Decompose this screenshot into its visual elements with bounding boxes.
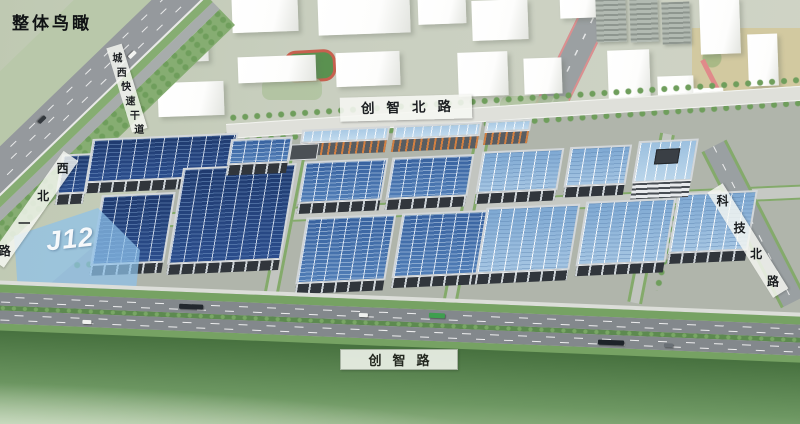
vehicle-car [359,313,368,317]
vehicle-truck [598,340,624,346]
context-building [457,51,509,97]
solar-roof [575,198,676,266]
solar-roof [385,154,474,200]
vehicle-car [664,343,673,347]
warehouse-building [574,198,676,277]
vehicle-truck [429,313,445,319]
context-building [335,51,400,87]
solar-roof [632,138,699,183]
road-label-chuangzhi-north: 创智北路 [340,94,473,121]
warehouse-building [225,136,293,175]
solar-roof [475,148,564,194]
residential-tower [661,2,690,45]
dormitory-building [482,119,532,145]
aerial-rendering: G1 [0,0,800,424]
context-building [699,0,741,55]
solar-roof [297,158,388,204]
warehouse-building [384,154,475,210]
context-building [418,0,467,25]
context-building [560,0,599,19]
dormitory-building [390,122,482,152]
solar-roof [167,163,297,265]
warehouse-building [562,144,632,197]
warehouse-building [294,214,397,295]
vehicle-car [82,320,91,324]
warehouse-building [474,204,581,285]
context-building [317,0,410,36]
rooftop-unit [654,148,681,164]
road-label-chuangzhi: 创智路 [340,349,458,370]
residential-tower [595,0,627,43]
page-title: 整体鸟瞰 [12,9,92,34]
office-building [629,138,699,199]
vehicle-car [128,50,137,59]
utility-shed [289,143,320,160]
parcel-label: J12 [45,222,96,258]
warehouse-building [296,158,389,214]
context-building [523,57,562,94]
vehicle-car [37,115,46,124]
warehouse-building [165,163,297,275]
building-facade [483,130,529,145]
context-building [231,0,298,33]
solar-roof [475,204,580,275]
context-building [471,0,528,41]
solar-roof [295,214,396,284]
building-facade [55,193,85,205]
residential-tower [629,0,659,42]
solar-roof [563,144,632,187]
vehicle-truck [179,304,203,310]
building-facade [630,180,691,200]
context-building [238,55,317,84]
warehouse-building [474,148,565,204]
